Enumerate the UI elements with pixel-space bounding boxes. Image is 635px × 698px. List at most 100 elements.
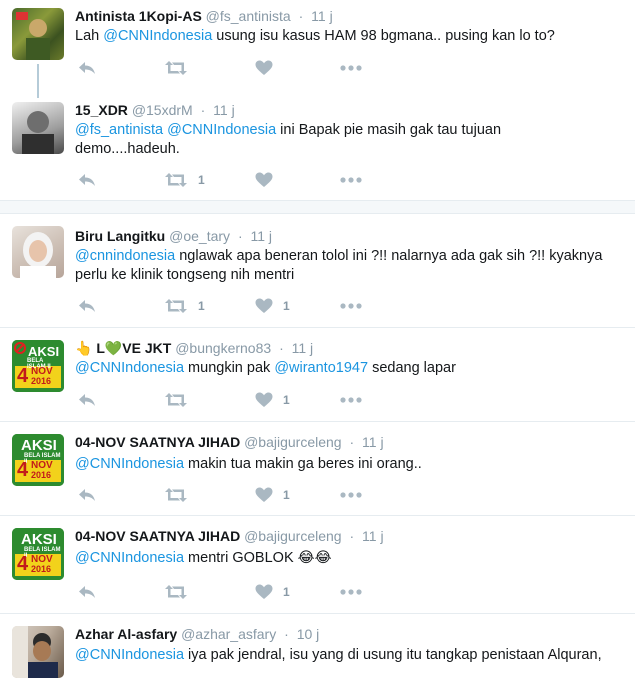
tweet[interactable]: AKSI BELA ISLAM II 4 NOV 2016 04-NOV SAA… <box>0 422 635 516</box>
text-segment: mentri GOBLOK 😂😂 <box>184 550 332 566</box>
heart-icon <box>255 172 273 187</box>
mention-link[interactable]: @cnnindonesia <box>75 248 175 264</box>
reply-button[interactable] <box>77 296 97 316</box>
more-button[interactable] <box>340 390 362 410</box>
more-button[interactable] <box>340 485 362 505</box>
aksi-badge-image <box>12 434 64 486</box>
avatar[interactable] <box>12 226 64 278</box>
tweet[interactable]: Azhar Al-asfary @azhar_asfary · 10 j @CN… <box>0 614 635 698</box>
tweet[interactable]: Antinista 1Kopi-AS @fs_antinista · 11 j … <box>0 0 635 98</box>
more-button[interactable] <box>340 58 362 78</box>
reply-button[interactable] <box>77 390 97 410</box>
retweet-button[interactable]: 1 <box>164 296 205 316</box>
author-handle[interactable]: @fs_antinista <box>206 8 291 24</box>
retweet-button[interactable] <box>164 485 198 505</box>
more-button[interactable] <box>340 296 362 316</box>
avatar[interactable] <box>12 8 64 60</box>
avatar[interactable] <box>12 626 64 678</box>
tweet[interactable]: 15_XDR @15xdrM · 11 j @fs_antinista @CNN… <box>0 92 635 200</box>
reply-button[interactable] <box>77 170 97 190</box>
author-handle[interactable]: @oe_tary <box>169 228 230 244</box>
like-button[interactable] <box>255 170 283 190</box>
tweet-time[interactable]: 11 j <box>213 102 235 118</box>
mention-link[interactable]: @CNNIndonesia <box>167 122 276 138</box>
like-count: 1 <box>283 299 290 313</box>
time-separator: · <box>237 228 243 244</box>
mention-link[interactable]: @CNNIndonesia <box>75 647 184 663</box>
like-button[interactable] <box>255 58 283 78</box>
mention-link[interactable]: @CNNIndonesia <box>75 456 184 472</box>
tweet[interactable]: Biru Langitku @oe_tary · 11 j @cnnindone… <box>0 214 635 328</box>
retweet-button[interactable] <box>164 58 198 78</box>
reply-icon <box>79 586 95 598</box>
avatar-image <box>20 232 56 278</box>
reply-icon <box>79 174 95 186</box>
avatar-image <box>22 111 54 154</box>
tweet-time[interactable]: 11 j <box>292 340 314 356</box>
retweet-count: 1 <box>198 173 205 187</box>
avatar-image <box>12 626 58 678</box>
like-button[interactable]: 1 <box>255 390 290 410</box>
tweet-feed: Antinista 1Kopi-AS @fs_antinista · 11 j … <box>0 0 635 698</box>
mention-link[interactable]: @wiranto1947 <box>274 360 368 376</box>
tweet-actions: 1 <box>75 170 375 190</box>
retweet-button[interactable] <box>164 390 198 410</box>
author-name[interactable]: Antinista 1Kopi-AS <box>75 8 202 24</box>
tweet-time[interactable]: 10 j <box>297 626 320 642</box>
mention-link[interactable]: @CNNIndonesia <box>103 28 212 44</box>
author-handle[interactable]: @azhar_asfary <box>181 626 276 642</box>
text-segment: sedang lapar <box>368 360 456 376</box>
like-button[interactable]: 1 <box>255 582 290 602</box>
avatar[interactable]: AKSI BELA ISLAM II 4 NOV 2016 <box>12 340 64 392</box>
author-handle[interactable]: @15xdrM <box>132 102 193 118</box>
tweet-time[interactable]: 11 j <box>311 8 333 24</box>
author-handle[interactable]: @bajigurceleng <box>244 434 342 450</box>
retweet-count: 1 <box>198 299 205 313</box>
more-icon <box>340 397 362 403</box>
reply-icon <box>79 394 95 406</box>
more-button[interactable] <box>340 170 362 190</box>
avatar[interactable] <box>12 102 64 154</box>
author-name[interactable]: 👆 L💚VE JKT <box>75 340 171 356</box>
like-count: 1 <box>283 488 290 502</box>
tweet-time[interactable]: 11 j <box>362 434 384 450</box>
tweet-time[interactable]: 11 j <box>362 528 384 544</box>
tweet[interactable]: AKSI BELA ISLAM II 4 NOV 2016 👆 L💚VE JKT… <box>0 328 635 422</box>
reply-button[interactable] <box>77 485 97 505</box>
reply-button[interactable] <box>77 582 97 602</box>
retweet-icon <box>165 299 187 313</box>
aksi-badge-image <box>12 528 64 580</box>
author-handle[interactable]: @bungkerno83 <box>175 340 271 356</box>
tweet-text: @CNNIndonesia iya pak jendral, isu yang … <box>75 646 610 665</box>
author-handle[interactable]: @bajigurceleng <box>244 528 342 544</box>
tweet-actions: 1 1 <box>75 296 375 316</box>
aksi-badge-image <box>12 340 64 392</box>
time-separator: · <box>349 434 355 450</box>
retweet-button[interactable] <box>164 582 198 602</box>
avatar[interactable]: AKSI BELA ISLAM II 4 NOV 2016 <box>12 434 64 486</box>
author-name[interactable]: Azhar Al-asfary <box>75 626 177 642</box>
more-button[interactable] <box>340 582 362 602</box>
like-count: 1 <box>283 393 290 407</box>
more-icon <box>340 589 362 595</box>
reply-button[interactable] <box>77 58 97 78</box>
tweet[interactable]: AKSI BELA ISLAM II 4 NOV 2016 04-NOV SAA… <box>0 516 635 614</box>
like-button[interactable]: 1 <box>255 296 290 316</box>
author-name[interactable]: 15_XDR <box>75 102 128 118</box>
tweet-text: Lah @CNNIndonesia usung isu kasus HAM 98… <box>75 27 610 46</box>
like-button[interactable]: 1 <box>255 485 290 505</box>
mention-link[interactable]: @CNNIndonesia <box>75 550 184 566</box>
avatar[interactable]: AKSI BELA ISLAM II 4 NOV 2016 <box>12 528 64 580</box>
tweet-time[interactable]: 11 j <box>251 228 273 244</box>
author-name[interactable]: 04-NOV SAATNYA JIHAD <box>75 434 240 450</box>
tweet-actions: 1 <box>75 390 375 410</box>
conversation-divider <box>0 200 635 214</box>
retweet-button[interactable]: 1 <box>164 170 205 190</box>
mention-link[interactable]: @fs_antinista <box>75 122 163 138</box>
author-name[interactable]: Biru Langitku <box>75 228 165 244</box>
mention-link[interactable]: @CNNIndonesia <box>75 360 184 376</box>
tweet-actions: 1 <box>75 582 375 602</box>
author-name[interactable]: 04-NOV SAATNYA JIHAD <box>75 528 240 544</box>
like-count: 1 <box>283 585 290 599</box>
tweet-text: @CNNIndonesia mentri GOBLOK 😂😂 <box>75 549 610 568</box>
